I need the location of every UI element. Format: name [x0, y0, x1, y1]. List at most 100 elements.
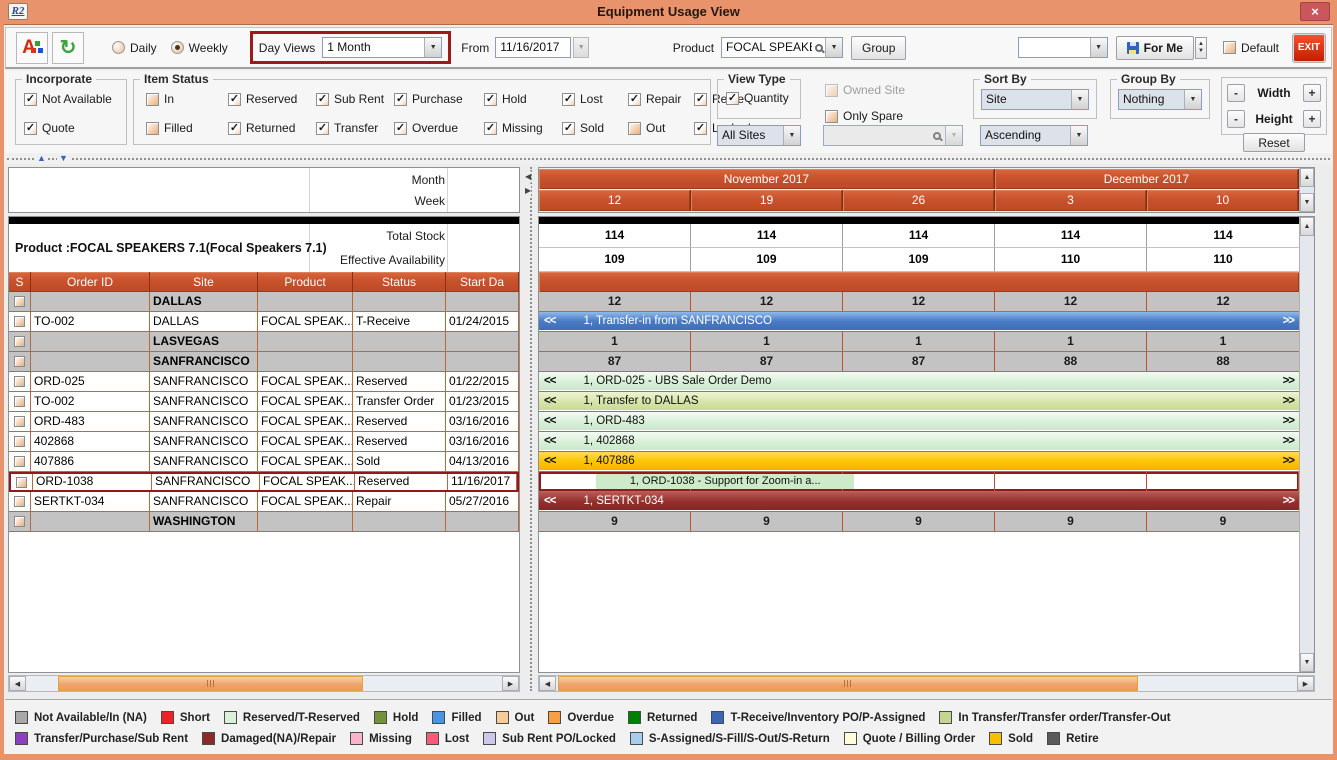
checkbox-reserved[interactable]: ✓Reserved: [228, 92, 316, 106]
splitter-collapse-left-icon[interactable]: ◀: [525, 171, 531, 183]
close-button[interactable]: ×: [1300, 2, 1330, 21]
usage-bar[interactable]: <<1, ORD-025 - UBS Sale Order Demo>>: [539, 372, 1299, 390]
checkbox-box[interactable]: [628, 122, 641, 135]
usage-bar[interactable]: <<1, Transfer to DALLAS>>: [539, 392, 1299, 410]
vertical-splitter[interactable]: ◀ ▶: [524, 167, 538, 691]
row-checkbox[interactable]: [14, 336, 25, 347]
checkbox-overdue[interactable]: ✓Overdue: [394, 121, 484, 135]
scroll-up-icon[interactable]: ▲: [1300, 217, 1314, 236]
format-button[interactable]: A: [16, 32, 48, 64]
checkbox-hold[interactable]: ✓Hold: [484, 92, 562, 106]
order-row[interactable]: TO-002DALLASFOCAL SPEAK...T-Receive01/24…: [9, 312, 519, 332]
week-header-cell[interactable]: 3: [995, 190, 1147, 211]
day-views-select[interactable]: 1 Month ▼: [322, 37, 442, 58]
column-header-start-date[interactable]: Start Da: [446, 272, 519, 292]
saved-view-select[interactable]: ▼: [1018, 37, 1108, 58]
checkbox-box[interactable]: [146, 122, 159, 135]
checkbox-box[interactable]: ✓: [562, 122, 575, 135]
checkbox-box[interactable]: ✓: [562, 93, 575, 106]
checkbox-repair[interactable]: ✓Repair: [628, 92, 694, 106]
radio-weekly-circle[interactable]: [171, 41, 184, 54]
column-header-row[interactable]: S Order ID Site Product Status Start Da: [9, 272, 519, 292]
usage-bar[interactable]: <<1, SERTKT-034>>: [539, 492, 1299, 510]
chevron-down-icon[interactable]: ▼: [1070, 126, 1087, 145]
column-header-site[interactable]: Site: [150, 272, 258, 292]
header-vertical-scrollbar[interactable]: ▲ ▼: [1299, 168, 1314, 212]
usage-bar[interactable]: <<1, Transfer-in from SANFRANCISCO>>: [539, 312, 1299, 330]
order-row[interactable]: 402868SANFRANCISCOFOCAL SPEAK...Reserved…: [9, 432, 519, 452]
checkbox-quote[interactable]: ✓Quote: [24, 121, 112, 135]
checkbox-box[interactable]: ✓: [394, 93, 407, 106]
checkbox-box[interactable]: [1223, 41, 1236, 54]
left-grid[interactable]: Product :FOCAL SPEAKERS 7.1(Focal Speake…: [8, 216, 520, 673]
site-group-row[interactable]: WASHINGTON: [9, 512, 519, 532]
timeline-bar-row[interactable]: <<1, Transfer-in from SANFRANCISCO>>: [539, 312, 1299, 332]
row-checkbox[interactable]: [14, 316, 25, 327]
group-button[interactable]: Group: [851, 36, 906, 60]
week-header-cell[interactable]: 19: [691, 190, 843, 211]
sort-field-select[interactable]: Site ▼: [981, 89, 1089, 110]
checkbox-box[interactable]: ✓: [24, 93, 37, 106]
timeline-bar-row[interactable]: <<1, ORD-483>>: [539, 412, 1299, 432]
checkbox-purchase[interactable]: ✓Purchase: [394, 92, 484, 106]
week-header-cell[interactable]: 10: [1147, 190, 1299, 211]
column-header-order-id[interactable]: Order ID: [31, 272, 150, 292]
exit-button[interactable]: EXIT: [1293, 34, 1325, 62]
chevron-down-icon[interactable]: ▼: [783, 126, 800, 145]
scroll-up-icon[interactable]: ▲: [1300, 168, 1314, 187]
radio-weekly[interactable]: Weekly: [171, 41, 228, 55]
order-row[interactable]: TO-002SANFRANCISCOFOCAL SPEAK...Transfer…: [9, 392, 519, 412]
timeline-grid[interactable]: 114114114114114 109109109110110 12121212…: [538, 216, 1315, 673]
checkbox-in[interactable]: In: [146, 92, 228, 106]
product-search-input[interactable]: FOCAL SPEAKE ▼: [721, 37, 843, 58]
chevron-down-icon[interactable]: ▼: [424, 38, 441, 57]
checkbox-default[interactable]: Default: [1223, 41, 1279, 55]
checkbox-box[interactable]: ✓: [24, 122, 37, 135]
order-row[interactable]: ORD-1038SANFRANCISCOFOCAL SPEAK...Reserv…: [9, 472, 519, 492]
row-checkbox[interactable]: [14, 456, 25, 467]
checkbox-filled[interactable]: Filled: [146, 121, 228, 135]
usage-bar[interactable]: <<1, 402868>>: [539, 432, 1299, 450]
title-bar[interactable]: R2 Equipment Usage View ×: [0, 0, 1337, 24]
site-group-row[interactable]: DALLAS: [9, 292, 519, 312]
group-by-select[interactable]: Nothing ▼: [1118, 89, 1202, 110]
row-checkbox[interactable]: [14, 416, 25, 427]
scrollbar-track[interactable]: [556, 676, 1297, 691]
scroll-right-icon[interactable]: ▶: [502, 676, 519, 691]
row-checkbox[interactable]: [14, 296, 25, 307]
row-checkbox[interactable]: [14, 436, 25, 447]
scroll-left-icon[interactable]: ◀: [9, 676, 26, 691]
for-me-spinner[interactable]: ▲ ▼: [1195, 37, 1207, 59]
checkbox-box[interactable]: ✓: [694, 93, 707, 106]
spinner-up-icon[interactable]: ▲: [1198, 41, 1204, 48]
sort-direction-select[interactable]: Ascending ▼: [980, 125, 1088, 146]
timeline-vertical-scrollbar[interactable]: ▲ ▼: [1299, 217, 1314, 672]
row-checkbox[interactable]: [14, 356, 25, 367]
timeline-chip-row[interactable]: 1, ORD-1038 - Support for Zoom-in a...: [539, 472, 1299, 492]
timeline-bar-row[interactable]: <<1, SERTKT-034>>: [539, 492, 1299, 512]
row-checkbox[interactable]: [16, 477, 27, 488]
reset-button[interactable]: Reset: [1243, 133, 1305, 152]
from-date-input[interactable]: 11/16/2017: [495, 37, 571, 58]
checkbox-sold[interactable]: ✓Sold: [562, 121, 628, 135]
checkbox-box[interactable]: [146, 93, 159, 106]
column-header-s[interactable]: S: [9, 272, 31, 292]
for-me-button[interactable]: For Me: [1116, 36, 1194, 60]
timeline-bar-row[interactable]: <<1, Transfer to DALLAS>>: [539, 392, 1299, 412]
splitter-collapse-down-icon[interactable]: ▼: [57, 153, 70, 164]
row-checkbox[interactable]: [14, 376, 25, 387]
spare-search-input[interactable]: ▼: [823, 125, 963, 146]
spinner-down-icon[interactable]: ▼: [1198, 48, 1204, 55]
splitter-collapse-up-icon[interactable]: ▲: [35, 153, 48, 164]
column-header-status[interactable]: Status: [353, 272, 446, 292]
checkbox-box[interactable]: ✓: [394, 122, 407, 135]
horizontal-splitter[interactable]: ▲ ▼: [5, 153, 1332, 164]
usage-chip[interactable]: 1, ORD-1038 - Support for Zoom-in a...: [596, 474, 854, 489]
checkbox-box[interactable]: [825, 84, 838, 97]
timeline-bar-row[interactable]: <<1, 402868>>: [539, 432, 1299, 452]
checkbox-box[interactable]: ✓: [628, 93, 641, 106]
column-header-product[interactable]: Product: [258, 272, 353, 292]
checkbox-box[interactable]: ✓: [316, 122, 329, 135]
checkbox-box[interactable]: ✓: [726, 92, 739, 105]
checkbox-box[interactable]: [825, 110, 838, 123]
